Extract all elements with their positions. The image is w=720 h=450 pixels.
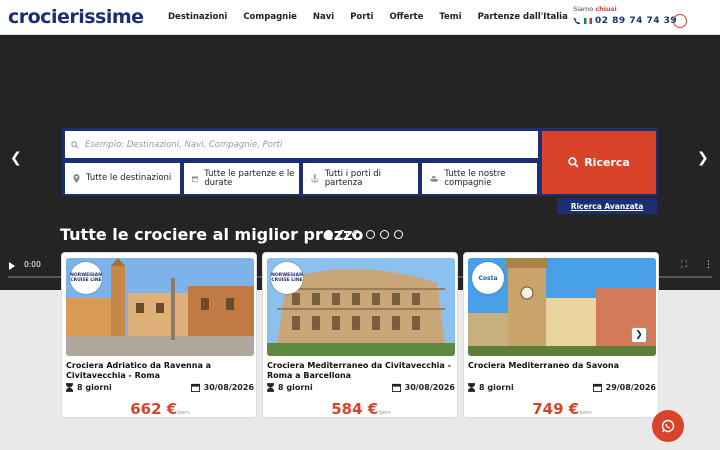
carousel-dot[interactable] [394,230,403,239]
carousel-dot[interactable] [352,230,361,239]
nav-partenze-italia[interactable]: Partenze dall'Italia [478,12,568,22]
section-title: Tutte le crociere al miglior prezzo [60,225,364,244]
phone-line[interactable]: 02 89 74 74 39 [573,16,677,26]
play-icon[interactable] [9,262,15,270]
calendar-icon [192,175,199,182]
whatsapp-icon[interactable] [673,14,687,28]
hourglass-icon [468,383,475,392]
hourglass-icon [66,383,73,392]
filter-companies[interactable]: Tutte le nostre compagnie [422,163,537,194]
fullscreen-icon[interactable]: ⛶ [681,260,687,270]
contact-box: Siamo chiusi 02 89 74 74 39 [573,5,677,26]
hero-next-arrow-icon[interactable]: ❯ [697,150,709,166]
carousel-dot[interactable] [380,230,389,239]
calendar-icon [391,383,401,392]
cruise-price: 749 €/pers [532,400,592,418]
whatsapp-chat-button[interactable] [652,410,684,442]
cruise-price: 584 €/pers [331,400,391,418]
cruise-card[interactable]: NORWEGIAN CRUISE LINE Crociera Mediterra… [262,252,458,418]
nav-offerte[interactable]: Offerte [389,12,423,22]
cruise-title: Crociera Adriatico da Ravenna a Civitave… [66,361,212,380]
search-icon [71,140,79,149]
cruise-duration: 8 giorni [77,383,112,392]
cruise-line-logo: NORWEGIAN CRUISE LINE [271,262,303,294]
filter-destinations[interactable]: Tutte le destinazioni [65,163,180,194]
italy-flag-icon [584,18,592,24]
cruise-date: 29/08/2026 [605,383,656,392]
hourglass-icon [267,383,274,392]
cruise-date: 30/08/2026 [203,383,254,392]
location-pin-icon [73,174,80,183]
calendar-icon [190,383,200,392]
cruise-duration: 8 giorni [479,383,514,392]
cards-next-arrow-icon[interactable]: ❯ [631,327,647,343]
filter-dates[interactable]: Tutte le partenze e le durate [184,163,299,194]
hero-prev-arrow-icon[interactable]: ❮ [10,150,22,166]
carousel-dots [324,230,403,239]
search-button[interactable]: Ricerca [542,131,656,194]
more-options-icon[interactable]: ⋮ [704,260,713,270]
cruise-card[interactable]: Costa Crociera Mediterraneo da Savona 8 … [463,252,659,418]
advanced-search-link[interactable]: Ricerca Avanzata [557,198,657,214]
opening-status: Siamo chiusi [573,5,617,13]
cruise-duration: 8 giorni [278,383,313,392]
search-input[interactable]: Esempio: Destinazioni, Navi, Compagnie, … [65,131,538,158]
nav-porti[interactable]: Porti [350,12,373,22]
carousel-dot[interactable] [338,230,347,239]
anchor-icon [311,174,319,183]
whatsapp-icon [661,419,675,433]
cruise-price: 662 €/pers [130,400,190,418]
main-nav: Destinazioni Compagnie Navi Porti Offert… [168,12,568,22]
nav-temi[interactable]: Temi [439,12,461,22]
site-header: crocierissime Destinazioni Compagnie Nav… [0,0,720,35]
search-icon [568,157,579,168]
logo[interactable]: crocierissime [8,6,144,28]
phone-icon [573,17,581,25]
cruise-title: Crociera Mediterraneo da Savona [468,361,620,370]
carousel-dot[interactable] [366,230,375,239]
carousel-dot[interactable] [324,230,333,239]
search-placeholder: Esempio: Destinazioni, Navi, Compagnie, … [85,139,283,150]
video-time: 0:00 [24,260,41,269]
phone-number[interactable]: 02 89 74 74 39 [595,16,677,26]
ship-icon [430,175,439,182]
nav-destinazioni[interactable]: Destinazioni [168,12,227,22]
cruise-line-logo: Costa [472,262,504,294]
nav-compagnie[interactable]: Compagnie [243,12,297,22]
nav-navi[interactable]: Navi [313,12,334,22]
cruise-line-logo: NORWEGIAN CRUISE LINE [70,262,102,294]
cruise-date: 30/08/2026 [404,383,455,392]
cruise-title: Crociera Mediterraneo da Civitavecchia -… [267,361,451,380]
cruise-card[interactable]: NORWEGIAN CRUISE LINE Crociera Adriatico… [61,252,257,418]
filter-ports[interactable]: Tutti i porti di partenza [303,163,418,194]
calendar-icon [592,383,602,392]
